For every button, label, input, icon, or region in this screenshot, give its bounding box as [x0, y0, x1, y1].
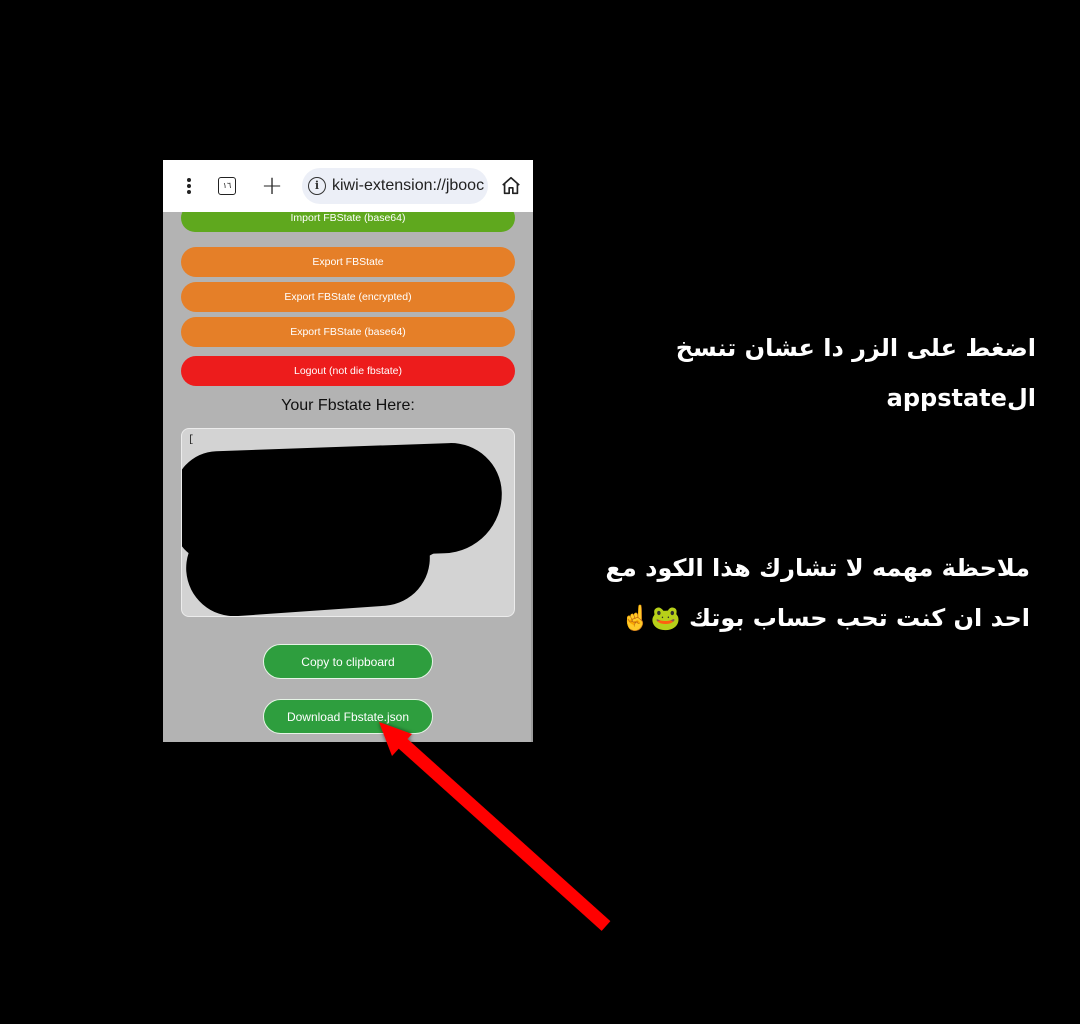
url-text: kiwi-extension://jbooc — [332, 177, 485, 194]
home-icon[interactable] — [499, 174, 523, 198]
address-bar[interactable]: i kiwi-extension://jbooc — [302, 168, 488, 204]
tab-count: ١٦ — [218, 177, 236, 195]
warning-caption: ملاحظة مهمه لا تشارك هذا الكود مع احد ان… — [550, 543, 1030, 643]
site-info-icon[interactable]: i — [308, 177, 326, 195]
menu-kebab-icon[interactable] — [177, 174, 201, 198]
screenshot-stage: ١٦ + i kiwi-extension://jbooc Import FBS… — [0, 0, 1080, 1024]
warning-line-2: احد ان كنت تحب حساب بوتك 🐸☝️ — [550, 593, 1030, 643]
warning-line-1: ملاحظة مهمه لا تشارك هذا الكود مع — [605, 554, 1030, 582]
arrow-shaft — [395, 736, 611, 931]
frog-pointing-emoji-icon: 🐸☝️ — [620, 604, 681, 632]
tabs-counter-icon[interactable]: ١٦ — [215, 174, 239, 198]
browser-toolbar: ١٦ + i kiwi-extension://jbooc — [163, 160, 533, 212]
instruction-caption: اضغط على الزر دا عشان تنسخ الappstate — [616, 323, 1036, 423]
new-tab-plus-icon[interactable]: + — [260, 173, 284, 199]
warning-line-2-text: احد ان كنت تحب حساب بوتك — [688, 604, 1030, 632]
red-arrow-pointer — [379, 722, 611, 931]
instruction-line-1: اضغط على الزر دا عشان تنسخ — [675, 334, 1036, 362]
instruction-line-2: الappstate — [886, 384, 1036, 412]
